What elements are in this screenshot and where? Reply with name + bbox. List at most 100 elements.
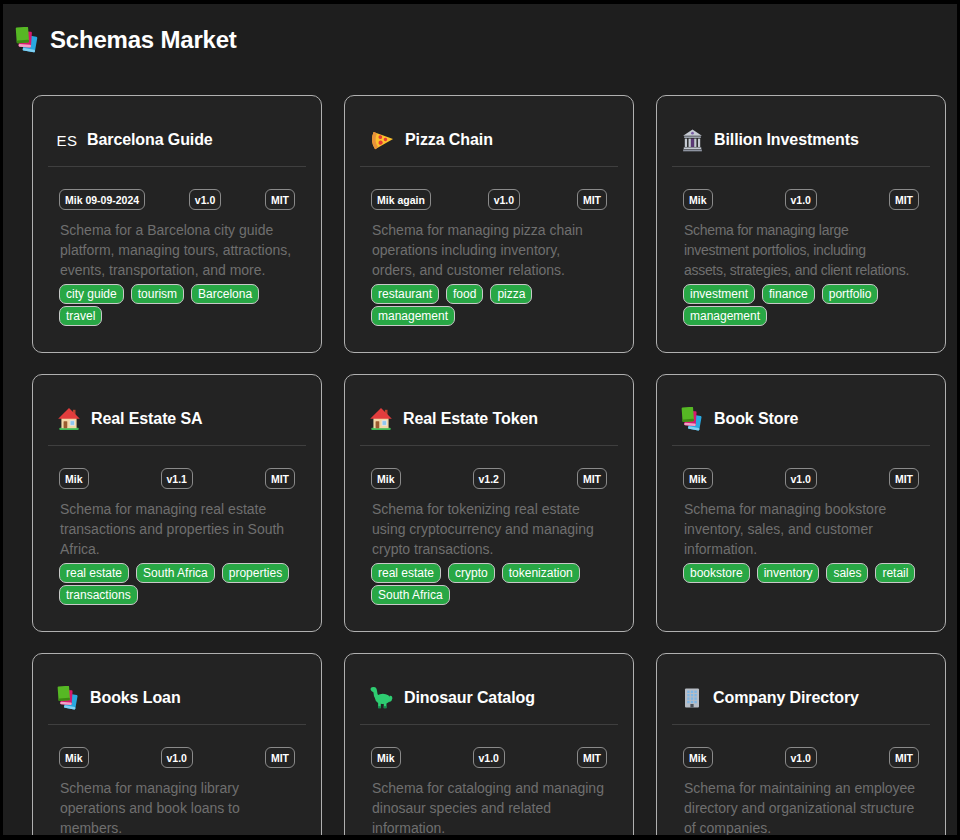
- card-badges: Mik v1.2 MIT: [371, 468, 607, 489]
- card-header: Company Directory: [672, 669, 930, 725]
- schema-card-grid: ES Barcelona Guide Mik 09-09-2024 v1.0 M…: [3, 56, 957, 835]
- tag: city guide: [59, 284, 124, 304]
- house-icon: [56, 407, 82, 431]
- schema-card[interactable]: Real Estate Token Mik v1.2 MIT Schema fo…: [344, 374, 634, 632]
- house-icon: [368, 407, 394, 431]
- books-icon: [14, 27, 41, 54]
- card-description: Schema for managing real estate transact…: [60, 499, 293, 559]
- card-tags: investment finance portfolio management: [683, 284, 919, 326]
- schema-card[interactable]: Pizza Chain Mik again v1.0 MIT Schema fo…: [344, 95, 634, 353]
- tag: bookstore: [683, 563, 750, 583]
- card-header: Dinosaur Catalog: [360, 669, 618, 725]
- schema-card[interactable]: Books Loan Mik v1.0 MIT Schema for manag…: [32, 653, 322, 835]
- version-badge: v1.0: [488, 189, 520, 210]
- card-title: Book Store: [714, 410, 798, 428]
- schema-card[interactable]: Company Directory Mik v1.0 MIT Schema fo…: [656, 653, 946, 835]
- schemas-market-page: Schemas Market ES Barcelona Guide Mik 09…: [3, 4, 957, 835]
- author-badge: Mik: [371, 468, 401, 489]
- tag: real estate: [371, 563, 441, 583]
- author-badge: Mik: [371, 747, 401, 768]
- author-badge: Mik: [59, 747, 89, 768]
- license-badge: MIT: [889, 468, 919, 489]
- card-header: Pizza Chain: [360, 111, 618, 167]
- tag: sales: [826, 563, 868, 583]
- license-badge: MIT: [265, 189, 295, 210]
- license-badge: MIT: [889, 189, 919, 210]
- card-header: ES Barcelona Guide: [48, 111, 306, 167]
- version-badge: v1.0: [189, 189, 221, 210]
- tag: properties: [222, 563, 289, 583]
- card-title: Dinosaur Catalog: [404, 689, 535, 707]
- tag: inventory: [757, 563, 820, 583]
- card-tags: bookstore inventory sales retail: [683, 563, 919, 583]
- author-badge: Mik: [683, 189, 713, 210]
- tag: portfolio: [822, 284, 879, 304]
- tag: management: [371, 306, 455, 326]
- bank-icon: [680, 128, 705, 152]
- card-description: Schema for managing large investment por…: [684, 220, 925, 280]
- card-description: Schema for managing pizza chain operatio…: [372, 220, 605, 280]
- card-description: Schema for managing library operations a…: [60, 778, 293, 835]
- tag: crypto: [448, 563, 495, 583]
- schema-card[interactable]: Dinosaur Catalog Mik v1.0 MIT Schema for…: [344, 653, 634, 835]
- card-badges: Mik v1.0 MIT: [683, 189, 919, 210]
- license-badge: MIT: [265, 468, 295, 489]
- schema-card[interactable]: ES Barcelona Guide Mik 09-09-2024 v1.0 M…: [32, 95, 322, 353]
- card-header: Billion Investments: [672, 111, 930, 167]
- license-badge: MIT: [889, 747, 919, 768]
- tag: management: [683, 306, 767, 326]
- card-badges: Mik v1.1 MIT: [59, 468, 295, 489]
- version-badge: v1.0: [785, 747, 817, 768]
- card-tags: real estateSouth Africapropertiestransac…: [59, 563, 295, 605]
- card-description: Schema for managing bookstore inventory,…: [684, 499, 917, 559]
- version-badge: v1.0: [785, 189, 817, 210]
- author-badge: Mik again: [371, 189, 431, 210]
- tag: travel: [59, 306, 102, 326]
- schema-card[interactable]: Real Estate SA Mik v1.1 MIT Schema for m…: [32, 374, 322, 632]
- spain-flag-icon: ES: [56, 128, 78, 152]
- card-tags: city guidetourismBarcelonatravel: [59, 284, 295, 326]
- books-icon: [56, 686, 81, 710]
- page-header: Schemas Market: [3, 4, 957, 56]
- author-badge: Mik: [683, 747, 713, 768]
- version-badge: v1.1: [161, 468, 193, 489]
- pizza-icon: [368, 128, 396, 152]
- tag: South Africa: [136, 563, 215, 583]
- license-badge: MIT: [577, 468, 607, 489]
- office-icon: [680, 686, 704, 710]
- tag: tokenization: [502, 563, 580, 583]
- card-title: Barcelona Guide: [87, 131, 213, 149]
- card-description: Schema for tokenizing real estate using …: [372, 499, 605, 559]
- tag: Barcelona: [191, 284, 259, 304]
- books-icon: [680, 407, 705, 431]
- card-header: Real Estate Token: [360, 390, 618, 446]
- version-badge: v1.0: [473, 747, 505, 768]
- card-description: Schema for maintaining an employee direc…: [684, 778, 917, 835]
- tag: retail: [875, 563, 915, 583]
- card-title: Company Directory: [713, 689, 859, 707]
- tag: South Africa: [371, 585, 450, 605]
- tag: food: [446, 284, 483, 304]
- tag: real estate: [59, 563, 129, 583]
- version-badge: v1.0: [161, 747, 193, 768]
- card-badges: Mik 09-09-2024 v1.0 MIT: [59, 189, 295, 210]
- card-title: Real Estate SA: [91, 410, 203, 428]
- tag: finance: [762, 284, 815, 304]
- author-badge: Mik: [59, 468, 89, 489]
- card-badges: Mik again v1.0 MIT: [371, 189, 607, 210]
- dinosaur-icon: [368, 686, 395, 710]
- tag: investment: [683, 284, 755, 304]
- card-description: Schema for a Barcelona city guide platfo…: [60, 220, 293, 280]
- card-header: Book Store: [672, 390, 930, 446]
- version-badge: v1.0: [785, 468, 817, 489]
- schema-card[interactable]: Book Store Mik v1.0 MIT Schema for manag…: [656, 374, 946, 632]
- card-tags: restaurantfoodpizzamanagement: [371, 284, 607, 326]
- license-badge: MIT: [265, 747, 295, 768]
- card-badges: Mik v1.0 MIT: [371, 747, 607, 768]
- card-title: Books Loan: [90, 689, 181, 707]
- author-badge: Mik 09-09-2024: [59, 189, 145, 210]
- schema-card[interactable]: Billion Investments Mik v1.0 MIT Schema …: [656, 95, 946, 353]
- license-badge: MIT: [577, 747, 607, 768]
- card-title: Pizza Chain: [405, 131, 493, 149]
- card-title: Billion Investments: [714, 131, 859, 149]
